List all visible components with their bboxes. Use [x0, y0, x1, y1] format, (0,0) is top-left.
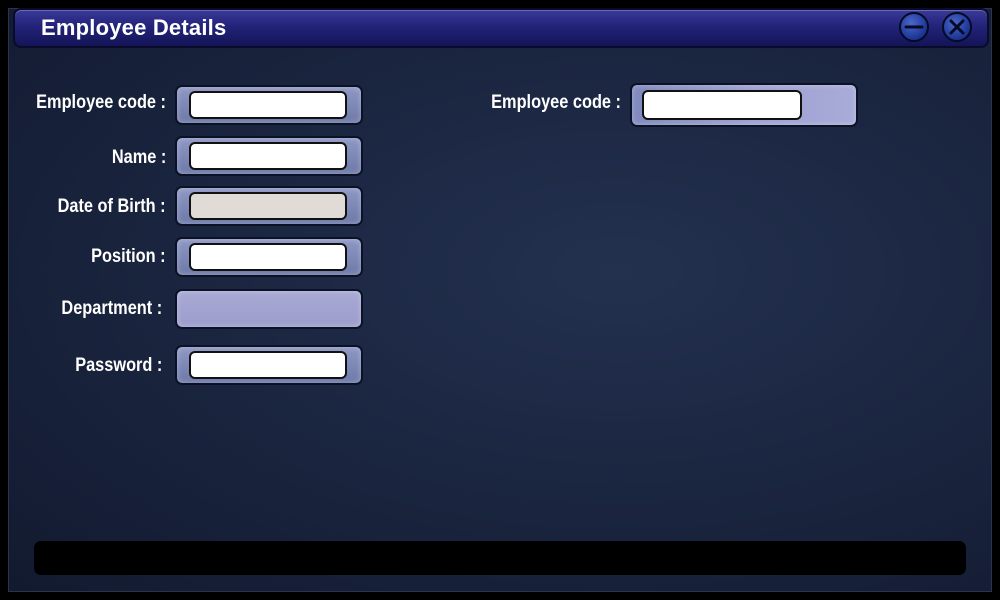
password-field: [175, 345, 363, 385]
employee-code-label: Employee code :: [36, 92, 166, 113]
date-of-birth-field: [175, 186, 363, 226]
name-label: Name :: [111, 147, 166, 168]
employee-code-input[interactable]: [189, 91, 347, 119]
close-button[interactable]: [942, 12, 972, 42]
title-bar: Employee Details: [13, 8, 989, 48]
department-select[interactable]: [175, 289, 363, 329]
window-title: Employee Details: [41, 15, 227, 40]
password-label: Password :: [74, 355, 162, 376]
name-input[interactable]: [189, 142, 347, 170]
name-field: [175, 136, 363, 176]
date-of-birth-label: Date of Birth :: [57, 196, 166, 217]
status-bar: [34, 541, 966, 575]
search-employee-code-field: [630, 83, 858, 127]
close-icon: [949, 19, 965, 35]
minus-circle-icon: [904, 25, 924, 29]
date-of-birth-input[interactable]: [189, 192, 347, 220]
position-input[interactable]: [189, 243, 347, 271]
password-input[interactable]: [189, 351, 347, 379]
position-field: [175, 237, 363, 277]
search-employee-code-input[interactable]: [642, 90, 802, 120]
position-label: Position :: [91, 246, 166, 267]
department-label: Department :: [61, 298, 162, 319]
minimize-button[interactable]: [899, 12, 929, 42]
search-employee-code-label: Employee code :: [491, 92, 621, 113]
employee-code-field: [175, 85, 363, 125]
